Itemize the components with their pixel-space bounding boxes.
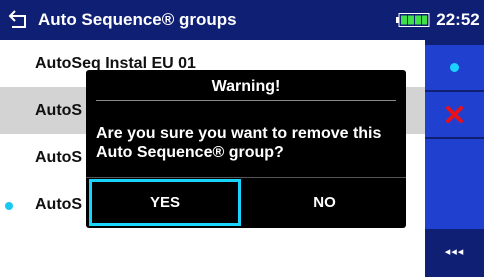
- delete-button[interactable]: [425, 92, 484, 137]
- battery-full-icon: [396, 13, 430, 27]
- dot-icon: [450, 63, 459, 72]
- side-panel: ◂◂◂: [425, 40, 484, 277]
- title-bar: Auto Sequence® groups 22:52: [0, 0, 484, 40]
- empty-side-button[interactable]: [425, 139, 484, 229]
- list-item-label: AutoS: [35, 149, 83, 166]
- more-options-icon: ◂◂◂: [444, 246, 465, 258]
- more-options-button[interactable]: ◂◂◂: [425, 231, 484, 277]
- dialog-divider: [96, 100, 396, 101]
- delete-x-icon: [446, 106, 463, 123]
- dialog-title: Warning!: [211, 78, 281, 95]
- list-item-label: AutoS: [35, 196, 83, 213]
- clock: 22:52: [436, 10, 480, 29]
- warning-dialog: Warning! Are you sure you want to remove…: [86, 70, 406, 228]
- back-arrow-icon[interactable]: [8, 8, 30, 30]
- list-item-label: AutoS: [35, 102, 83, 119]
- yes-button[interactable]: YES: [89, 179, 241, 226]
- set-active-button[interactable]: [425, 45, 484, 90]
- active-marker-icon: [5, 202, 13, 210]
- page-title: Auto Sequence® groups: [38, 10, 237, 29]
- dialog-button-divider: [86, 177, 406, 178]
- dialog-message: Are you sure you want to remove this Aut…: [96, 125, 382, 161]
- no-button[interactable]: NO: [246, 179, 403, 226]
